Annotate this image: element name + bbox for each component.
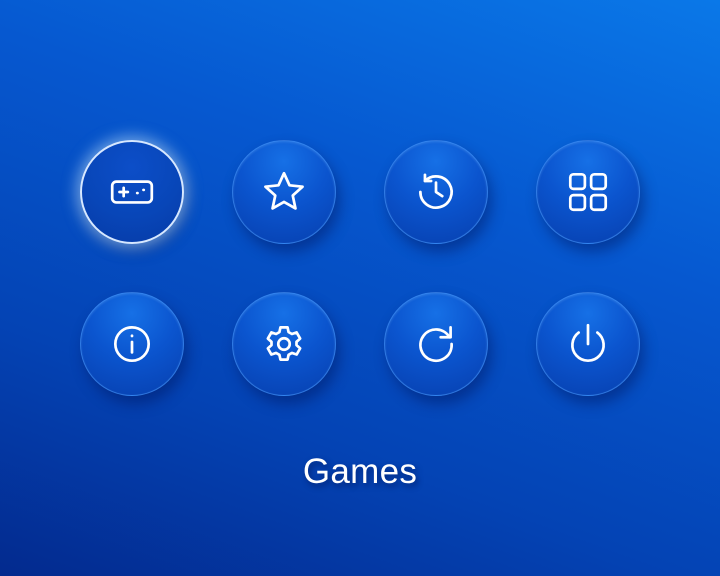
games-button[interactable] <box>80 140 184 244</box>
selected-item-label: Games <box>302 452 418 491</box>
history-button[interactable] <box>384 140 488 244</box>
menu-grid <box>80 140 640 396</box>
info-button[interactable] <box>80 292 184 396</box>
apps-button[interactable] <box>536 140 640 244</box>
refresh-icon <box>419 325 453 363</box>
power-button[interactable] <box>536 292 640 396</box>
refresh-button[interactable] <box>384 292 488 396</box>
gamepad-icon <box>110 180 154 204</box>
favorites-button[interactable] <box>232 140 336 244</box>
power-icon <box>571 323 605 363</box>
menu-screen: Games <box>0 0 720 576</box>
gear-icon <box>266 325 302 361</box>
history-icon <box>419 173 453 209</box>
settings-button[interactable] <box>232 292 336 396</box>
grid-icon <box>568 172 608 212</box>
info-icon <box>113 325 151 363</box>
star-icon <box>264 171 304 210</box>
